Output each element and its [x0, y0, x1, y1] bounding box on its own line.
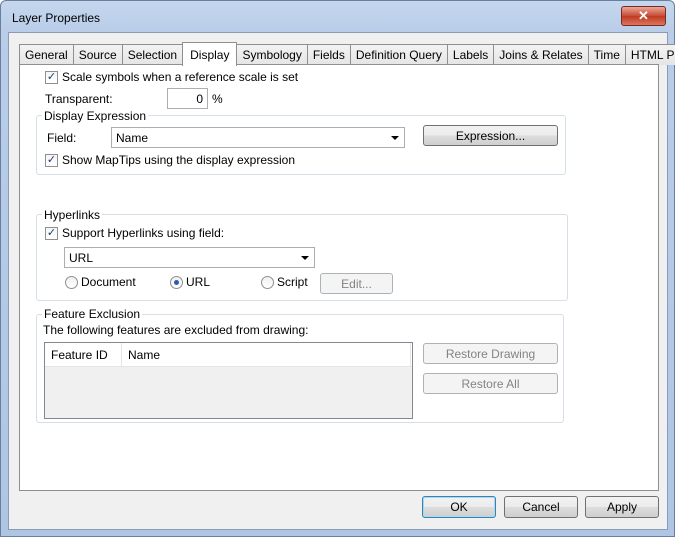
maptips-label: Show MapTips using the display expressio…	[62, 153, 296, 167]
document-radio[interactable]	[65, 276, 78, 289]
restore-drawing-button[interactable]: Restore Drawing	[423, 343, 558, 364]
tab-strip: General Source Selection Display Symbolo…	[19, 42, 675, 66]
excluded-features-list[interactable]: Feature ID Name	[44, 342, 413, 419]
scale-symbols-checkbox[interactable]: ✓	[45, 71, 58, 84]
chevron-down-icon	[301, 255, 309, 260]
document-radio-label: Document	[81, 275, 136, 289]
field-label: Field:	[47, 131, 77, 145]
display-tab-panel: ✓ Scale symbols when a reference scale i…	[19, 64, 659, 491]
ok-button[interactable]: OK	[422, 496, 496, 518]
transparent-unit: %	[212, 92, 223, 106]
check-icon: ✓	[46, 227, 57, 239]
tab-labels[interactable]: Labels	[446, 44, 495, 65]
support-hyperlinks-label: Support Hyperlinks using field:	[62, 226, 225, 240]
url-radio-label: URL	[186, 275, 211, 289]
field-combobox-value: Name	[116, 130, 149, 145]
tab-symbology[interactable]: Symbology	[236, 44, 308, 65]
column-header-feature-id[interactable]: Feature ID	[45, 343, 122, 367]
maptips-checkbox[interactable]: ✓	[45, 154, 58, 167]
tab-source[interactable]: Source	[72, 44, 123, 65]
dialog-client: General Source Selection Display Symbolo…	[8, 32, 675, 530]
restore-all-button[interactable]: Restore All	[423, 373, 558, 394]
apply-button[interactable]: Apply	[585, 496, 659, 518]
window-title: Layer Properties	[12, 11, 101, 25]
url-radio[interactable]	[170, 276, 183, 289]
transparent-label: Transparent:	[45, 92, 113, 106]
hyperlink-field-combobox[interactable]: URL	[64, 247, 315, 268]
support-hyperlinks-checkbox[interactable]: ✓	[45, 227, 58, 240]
check-icon: ✓	[46, 71, 57, 83]
script-radio[interactable]	[261, 276, 274, 289]
chevron-down-icon	[391, 135, 399, 140]
script-radio-label: Script	[277, 275, 308, 289]
tab-display[interactable]: Display	[182, 42, 238, 66]
list-header: Feature ID Name	[45, 343, 412, 367]
tab-fields[interactable]: Fields	[306, 44, 351, 65]
check-icon: ✓	[46, 154, 57, 166]
field-combobox[interactable]: Name	[111, 127, 405, 148]
hyperlinks-group-label: Hyperlinks	[42, 208, 103, 222]
transparent-input[interactable]: 0	[167, 88, 208, 109]
expression-button[interactable]: Expression...	[423, 125, 558, 146]
edit-button[interactable]: Edit...	[320, 273, 393, 294]
tab-selection[interactable]: Selection	[121, 44, 184, 65]
tab-html-popup[interactable]: HTML Popup	[624, 44, 675, 65]
cancel-button[interactable]: Cancel	[504, 496, 578, 518]
tab-joins-relates[interactable]: Joins & Relates	[493, 44, 589, 65]
tab-definition-query[interactable]: Definition Query	[349, 44, 448, 65]
close-button[interactable]: ✕	[621, 6, 666, 26]
hyperlink-field-value: URL	[69, 250, 94, 265]
tab-time[interactable]: Time	[587, 44, 626, 65]
layer-properties-window: Layer Properties ✕ General Source Select…	[0, 0, 675, 537]
feature-exclusion-description: The following features are excluded from…	[43, 323, 309, 337]
column-header-name[interactable]: Name	[122, 343, 411, 367]
tab-general[interactable]: General	[19, 44, 74, 65]
display-expression-group-label: Display Expression	[42, 109, 149, 123]
feature-exclusion-group-label: Feature Exclusion	[42, 307, 143, 321]
close-icon: ✕	[638, 8, 649, 23]
scale-symbols-label: Scale symbols when a reference scale is …	[62, 70, 299, 84]
